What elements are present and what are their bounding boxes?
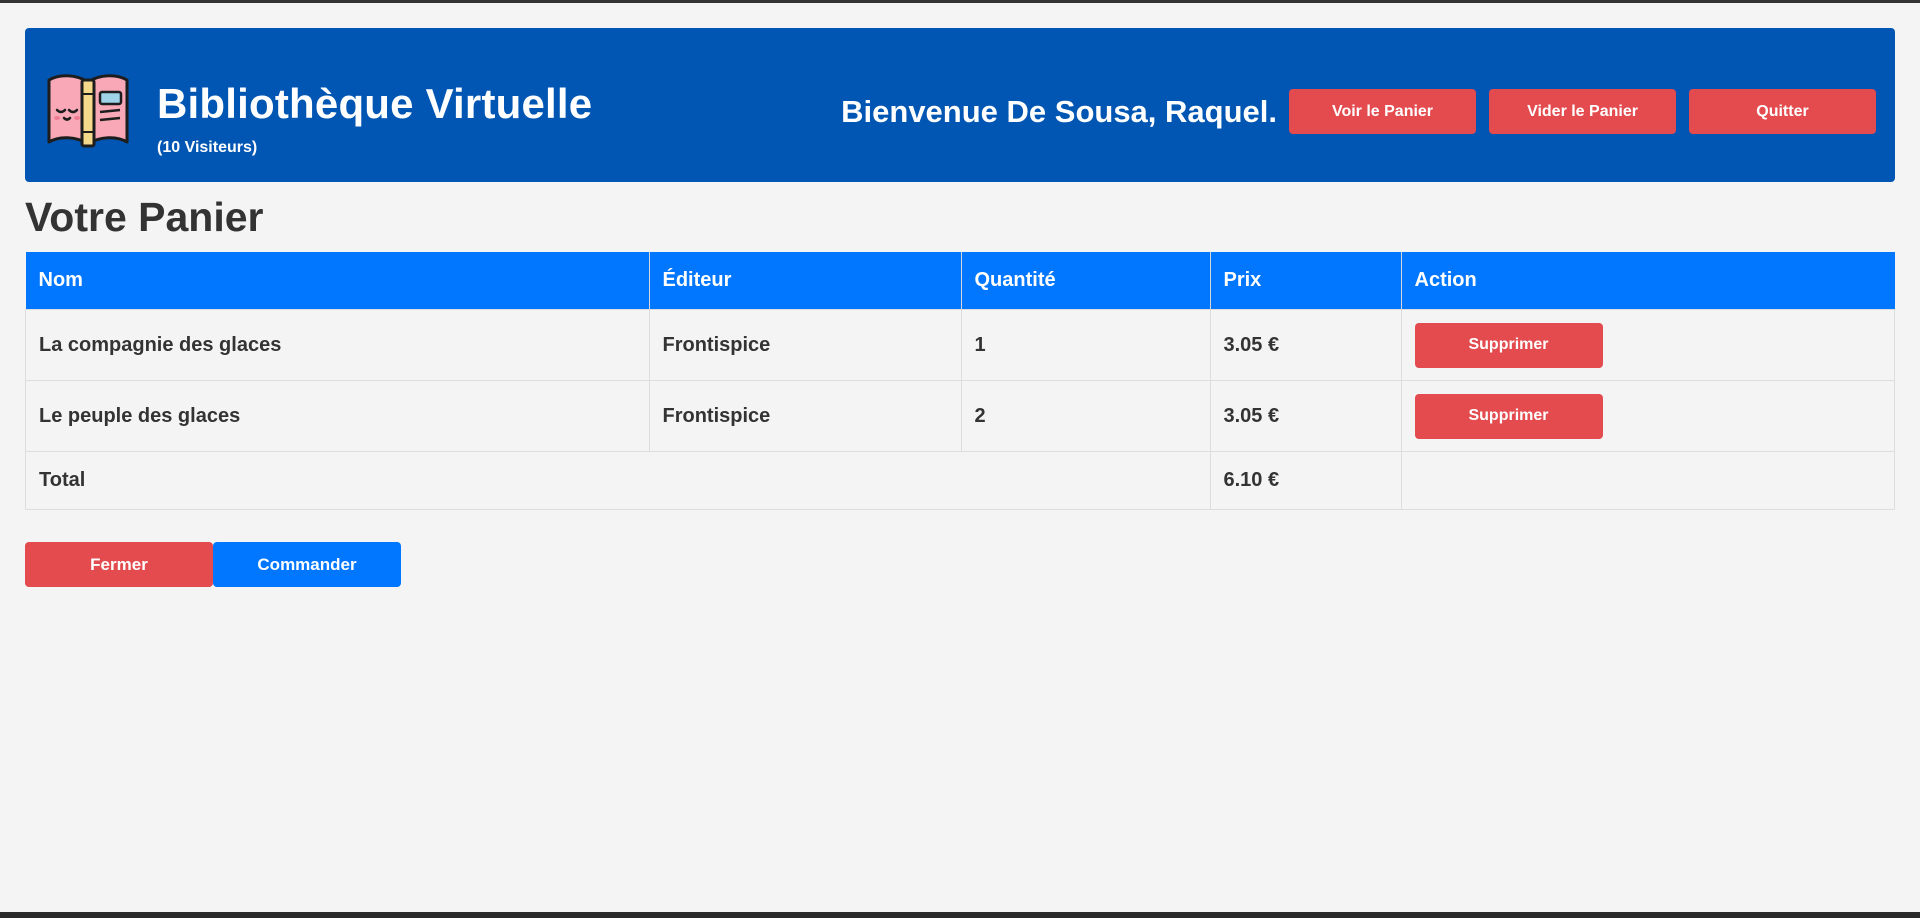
cart-title: Votre Panier	[25, 194, 264, 240]
site-header: Bibliothèque Virtuelle (10 Visiteurs) Bi…	[25, 28, 1895, 182]
quit-button[interactable]: Quitter	[1689, 89, 1876, 134]
order-button[interactable]: Commander	[213, 542, 401, 587]
book-name-cell: La compagnie des glaces	[25, 309, 650, 381]
empty-cart-button[interactable]: Vider le Panier	[1489, 89, 1676, 134]
delete-button[interactable]: Supprimer	[1414, 322, 1603, 368]
close-button[interactable]: Fermer	[25, 542, 213, 587]
table-header-row: Nom Éditeur Quantité Prix Action	[25, 252, 1895, 310]
window-top-border	[0, 0, 1920, 3]
publisher-cell: Frontispice	[648, 309, 962, 381]
window-bottom-bar	[0, 912, 1920, 918]
total-row: Total 6.10 €	[25, 451, 1895, 510]
book-name-cell: Le peuple des glaces	[25, 380, 650, 452]
view-cart-button[interactable]: Voir le Panier	[1289, 89, 1476, 134]
action-cell: Supprimer	[1400, 380, 1895, 452]
welcome-message: Bienvenue De Sousa, Raquel.	[841, 94, 1277, 129]
site-title: Bibliothèque Virtuelle	[157, 80, 593, 127]
table-row: La compagnie des glaces Frontispice 1 3.…	[25, 309, 1895, 381]
column-header-price: Prix	[1210, 252, 1402, 310]
delete-button[interactable]: Supprimer	[1414, 393, 1603, 439]
column-header-publisher: Éditeur	[649, 252, 962, 310]
column-header-name: Nom	[25, 252, 650, 310]
price-cell: 3.05 €	[1209, 380, 1402, 452]
column-header-quantity: Quantité	[961, 252, 1211, 310]
open-book-icon	[47, 74, 129, 148]
table-row: Le peuple des glaces Frontispice 2 3.05 …	[25, 380, 1895, 452]
cart-actions: Fermer Commander	[25, 542, 1895, 587]
visitor-count: (10 Visiteurs)	[157, 139, 258, 156]
publisher-cell: Frontispice	[648, 380, 962, 452]
total-empty-cell	[1400, 451, 1895, 510]
quantity-cell: 1	[960, 309, 1211, 381]
total-value: 6.10 €	[1209, 451, 1402, 510]
column-header-action: Action	[1401, 252, 1895, 310]
price-cell: 3.05 €	[1209, 309, 1402, 381]
quantity-cell: 2	[960, 380, 1211, 452]
action-cell: Supprimer	[1400, 309, 1895, 381]
page: Bibliothèque Virtuelle (10 Visiteurs) Bi…	[25, 28, 1895, 587]
total-label: Total	[25, 451, 1211, 510]
cart-table: Nom Éditeur Quantité Prix Action La comp…	[25, 252, 1895, 510]
